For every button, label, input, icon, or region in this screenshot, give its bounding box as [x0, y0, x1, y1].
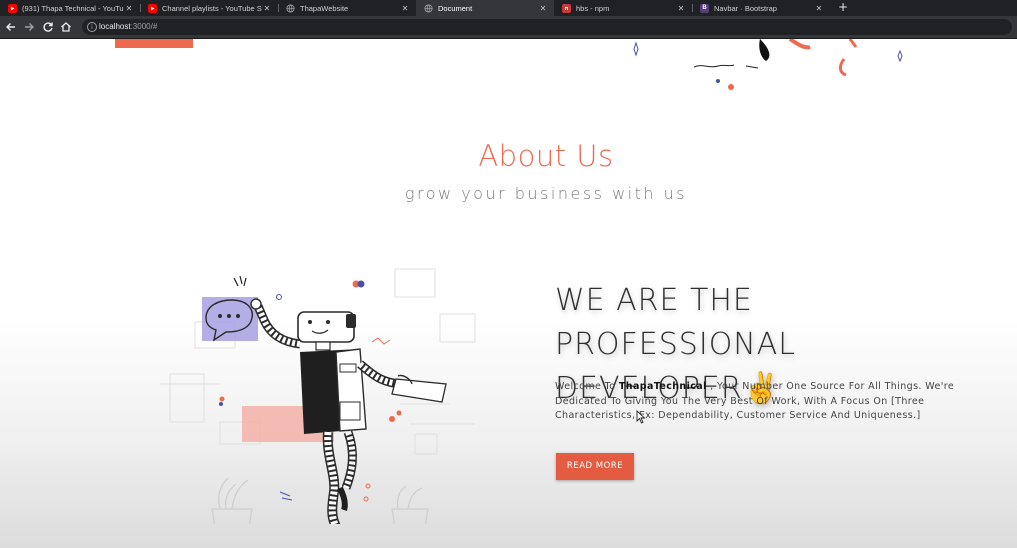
tab-channel-playlists[interactable]: Channel playlists - YouTube Studi ✕ — [140, 0, 278, 16]
new-tab-button[interactable]: + — [836, 0, 850, 16]
tab-document[interactable]: Document ✕ — [416, 0, 554, 16]
back-icon[interactable] — [4, 20, 18, 34]
browser-toolbar: i localhost:3000/# — [0, 16, 1017, 38]
tab-label: (931) Thapa Technical - YouTube — [22, 3, 124, 13]
hero-button-partial[interactable] — [115, 39, 193, 48]
youtube-icon — [8, 3, 17, 13]
about-description: Welcome To ThapaTechnical , Your Number … — [555, 381, 955, 421]
robot-illustration — [160, 268, 476, 524]
tab-label: Document — [438, 3, 473, 13]
address-bar[interactable]: i localhost:3000/# — [82, 19, 1012, 35]
close-icon[interactable]: ✕ — [538, 4, 548, 13]
close-icon[interactable]: ✕ — [262, 4, 272, 13]
home-icon[interactable] — [59, 20, 73, 34]
forward-icon[interactable] — [22, 20, 36, 34]
tab-label: ThapaWebsite — [300, 3, 349, 13]
tab-label: Channel playlists - YouTube Studi — [162, 3, 262, 13]
tab-thapawebsite[interactable]: ThapaWebsite ✕ — [278, 0, 416, 16]
browser-tab-bar: (931) Thapa Technical - YouTube ✕ Channe… — [0, 0, 1017, 16]
info-icon[interactable]: i — [87, 22, 97, 32]
tab-hbs-npm[interactable]: hbs - npm ✕ — [554, 0, 692, 16]
reload-icon[interactable] — [41, 20, 55, 34]
tab-thapa-technical-youtube[interactable]: (931) Thapa Technical - YouTube ✕ — [0, 0, 140, 16]
about-subtitle: grow your business with us — [404, 184, 688, 203]
npm-icon — [562, 3, 571, 13]
address-url: localhost:3000/# — [99, 22, 158, 31]
close-icon[interactable]: ✕ — [124, 4, 134, 13]
tab-navbar-bootstrap[interactable]: B Navbar · Bootstrap ✕ — [692, 0, 830, 16]
page-content: About Us grow your business with us WE A… — [0, 39, 1017, 548]
hero-illustration-fragment — [633, 39, 903, 90]
globe-icon — [424, 3, 433, 13]
mouse-cursor-icon — [636, 410, 646, 424]
headline-line-1: WE ARE THE PROFESSIONAL — [555, 283, 796, 362]
read-more-button[interactable]: READ MORE — [556, 453, 634, 480]
close-icon[interactable]: ✕ — [400, 4, 410, 13]
tab-label: Navbar · Bootstrap — [714, 3, 777, 13]
close-icon[interactable]: ✕ — [814, 4, 824, 13]
bootstrap-icon: B — [700, 3, 709, 13]
youtube-icon — [148, 3, 157, 13]
tab-label: hbs - npm — [576, 3, 610, 13]
brand-name: ThapaTechnical — [618, 381, 707, 392]
close-icon[interactable]: ✕ — [676, 4, 686, 13]
globe-icon — [286, 3, 295, 13]
about-title: About Us — [478, 139, 614, 173]
